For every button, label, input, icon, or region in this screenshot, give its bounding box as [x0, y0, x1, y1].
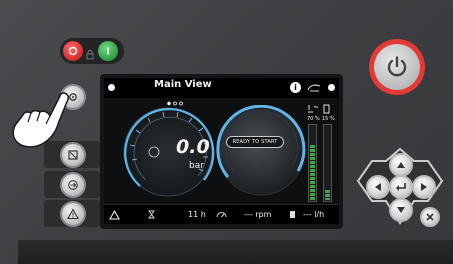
temperature-icon [308, 105, 319, 113]
lock-icon [86, 45, 94, 60]
temperature-label: 70 % [307, 116, 320, 122]
temperature-bar [308, 124, 317, 202]
left-icon [375, 183, 381, 191]
power-button-face [374, 44, 420, 90]
status-text: READY TO START [232, 139, 278, 145]
power-button[interactable] [369, 39, 425, 95]
rpm-dial [216, 105, 306, 196]
stop-button[interactable] [63, 41, 83, 61]
enter-icon [396, 183, 406, 191]
up-button[interactable] [389, 153, 413, 177]
warning-icon [67, 208, 79, 220]
fuel-icon [323, 104, 330, 114]
rpm-readout: --- rpm [244, 210, 272, 219]
up-icon [397, 162, 405, 168]
display-icon [68, 150, 78, 160]
fuel-bar [323, 124, 332, 202]
close-icon [426, 213, 434, 221]
power-off-icon [68, 46, 78, 56]
left-button[interactable] [366, 175, 390, 199]
alarm-icon [109, 210, 120, 220]
power-on-icon [107, 47, 109, 55]
pressure-unit: bar [189, 161, 204, 171]
hourglass-icon [148, 210, 155, 219]
fuel-rate-icon [290, 211, 295, 218]
fuel-label: 15 % [322, 116, 335, 122]
screen-top-bar: Main View i [104, 78, 339, 106]
engine-icon [307, 84, 321, 92]
down-button[interactable] [389, 198, 413, 222]
power-icon [387, 56, 407, 77]
start-button[interactable] [98, 41, 118, 61]
page-indicator [166, 91, 188, 106]
screen-bottom-bar: 11 h --- rpm --- l/h [104, 204, 339, 224]
panel-edge [18, 240, 453, 264]
close-button[interactable] [420, 207, 440, 227]
login-icon [68, 180, 78, 190]
hand-pointer-icon [12, 92, 70, 148]
warning-button[interactable] [60, 201, 86, 227]
login-button[interactable] [60, 172, 86, 198]
pressure-value: 0.0 [176, 136, 210, 158]
engine-hours: 11 h [188, 210, 206, 219]
main-view-screen: Main View i 0.0 bar READY TO START 70 % … [104, 78, 339, 224]
right-icon [421, 183, 427, 191]
info-icon[interactable]: i [290, 82, 301, 93]
right-button[interactable] [412, 175, 436, 199]
temperature-bar-fill [310, 145, 315, 200]
prev-page-icon[interactable] [108, 84, 115, 91]
down-icon [397, 207, 405, 213]
speed-icon [216, 212, 227, 218]
fuel-rate-readout: --- l/h [303, 210, 325, 219]
next-page-icon[interactable] [328, 84, 335, 91]
enter-button[interactable] [389, 175, 413, 199]
fuel-bar-fill [325, 190, 330, 200]
status-pill: READY TO START [226, 136, 284, 148]
screen-title: Main View [154, 79, 212, 90]
